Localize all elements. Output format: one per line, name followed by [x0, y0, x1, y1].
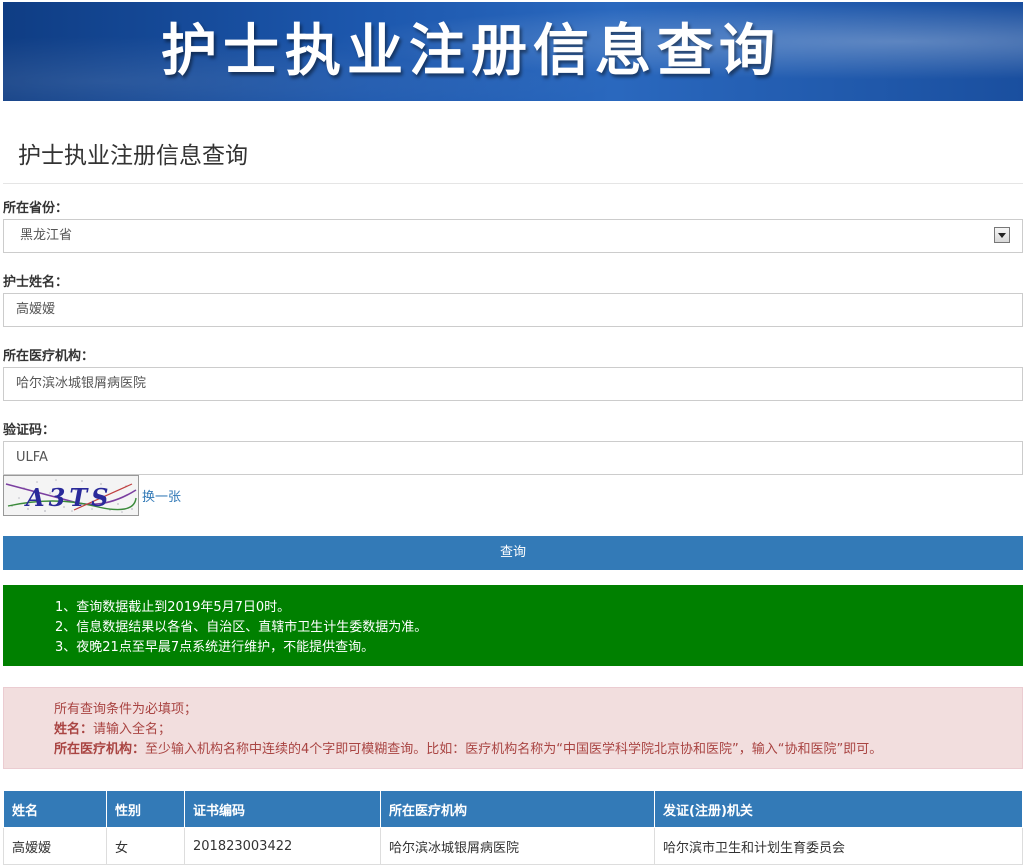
captcha-label: 验证码： [3, 423, 56, 438]
chevron-down-icon[interactable] [994, 227, 1010, 243]
institution-label: 所在医疗机构： [3, 349, 95, 364]
divider [3, 183, 1023, 184]
captcha-text: A3TS [24, 483, 113, 512]
institution-value: 哈尔滨冰城银屑病医院 [16, 376, 147, 391]
col-header-cert-no: 证书编码 [184, 791, 381, 828]
nurse-name-input[interactable]: 高嫒嫒 [3, 293, 1023, 327]
province-select[interactable]: 黑龙江省 [3, 219, 1023, 253]
captcha-image[interactable]: A3TS [3, 475, 139, 516]
result-table: 姓名 性别 证书编码 所在医疗机构 发证(注册)机关 高嫒嫒 女 2018230… [3, 791, 1023, 865]
captcha-noise: A3TS [4, 476, 138, 515]
col-header-gender: 性别 [106, 791, 185, 828]
warning-line-2-key: 姓名： [54, 722, 94, 737]
notice-warning-box: 所有查询条件为必填项； 姓名：请输入全名； 所在医疗机构：至少输入机构名称中连续… [3, 687, 1023, 769]
col-header-issuer: 发证(注册)机关 [654, 791, 1023, 828]
cell-name: 高嫒嫒 [3, 827, 107, 865]
refresh-captcha-link[interactable]: 换一张 [142, 486, 181, 505]
table-header-row: 姓名 性别 证书编码 所在医疗机构 发证(注册)机关 [3, 791, 1023, 828]
nurse-name-label: 护士姓名： [3, 275, 69, 290]
warning-line-1: 所有查询条件为必填项； [54, 702, 198, 717]
warning-line-2-text: 请输入全名； [93, 722, 172, 737]
notice-info-line-2: 2、信息数据结果以各省、自治区、直辖市卫生计生委数据为准。 [55, 620, 428, 635]
header-banner: 护士执业注册信息查询 [3, 2, 1023, 101]
warning-line-2: 姓名：请输入全名； [54, 720, 1022, 740]
warning-line-3-text: 至少输入机构名称中连续的4个字即可模糊查询。比如：医疗机构名称为“中国医学科学院… [145, 742, 883, 757]
institution-input[interactable]: 哈尔滨冰城银屑病医院 [3, 367, 1023, 401]
cell-institution: 哈尔滨冰城银屑病医院 [380, 827, 655, 865]
notice-info-box: 1、查询数据截止到2019年5月7日0时。 2、信息数据结果以各省、自治区、直辖… [3, 585, 1023, 666]
notice-info-line-3: 3、夜晚21点至早晨7点系统进行维护，不能提供查询。 [55, 640, 375, 655]
page-title: 护士执业注册信息查询 [18, 143, 248, 169]
col-header-name: 姓名 [3, 791, 107, 828]
cell-gender: 女 [106, 827, 185, 865]
notice-info-line-1: 1、查询数据截止到2019年5月7日0时。 [55, 600, 291, 615]
captcha-input[interactable]: ULFA [3, 441, 1023, 475]
warning-line-3: 所在医疗机构：至少输入机构名称中连续的4个字即可模糊查询。比如：医疗机构名称为“… [54, 740, 1022, 760]
captcha-input-value: ULFA [16, 450, 48, 465]
table-row: 高嫒嫒 女 201823003422 哈尔滨冰城银屑病医院 哈尔滨市卫生和计划生… [3, 827, 1023, 865]
warning-line-3-key: 所在医疗机构： [54, 742, 146, 757]
nurse-name-value: 高嫒嫒 [16, 302, 56, 317]
cell-cert-no: 201823003422 [184, 827, 381, 865]
banner-title: 护士执业注册信息查询 [161, 19, 781, 84]
query-button[interactable]: 查询 [3, 536, 1023, 570]
province-selected-value: 黑龙江省 [20, 228, 73, 243]
col-header-institution: 所在医疗机构 [380, 791, 655, 828]
cell-issuer: 哈尔滨市卫生和计划生育委员会 [654, 827, 1023, 865]
province-label: 所在省份： [3, 201, 69, 216]
